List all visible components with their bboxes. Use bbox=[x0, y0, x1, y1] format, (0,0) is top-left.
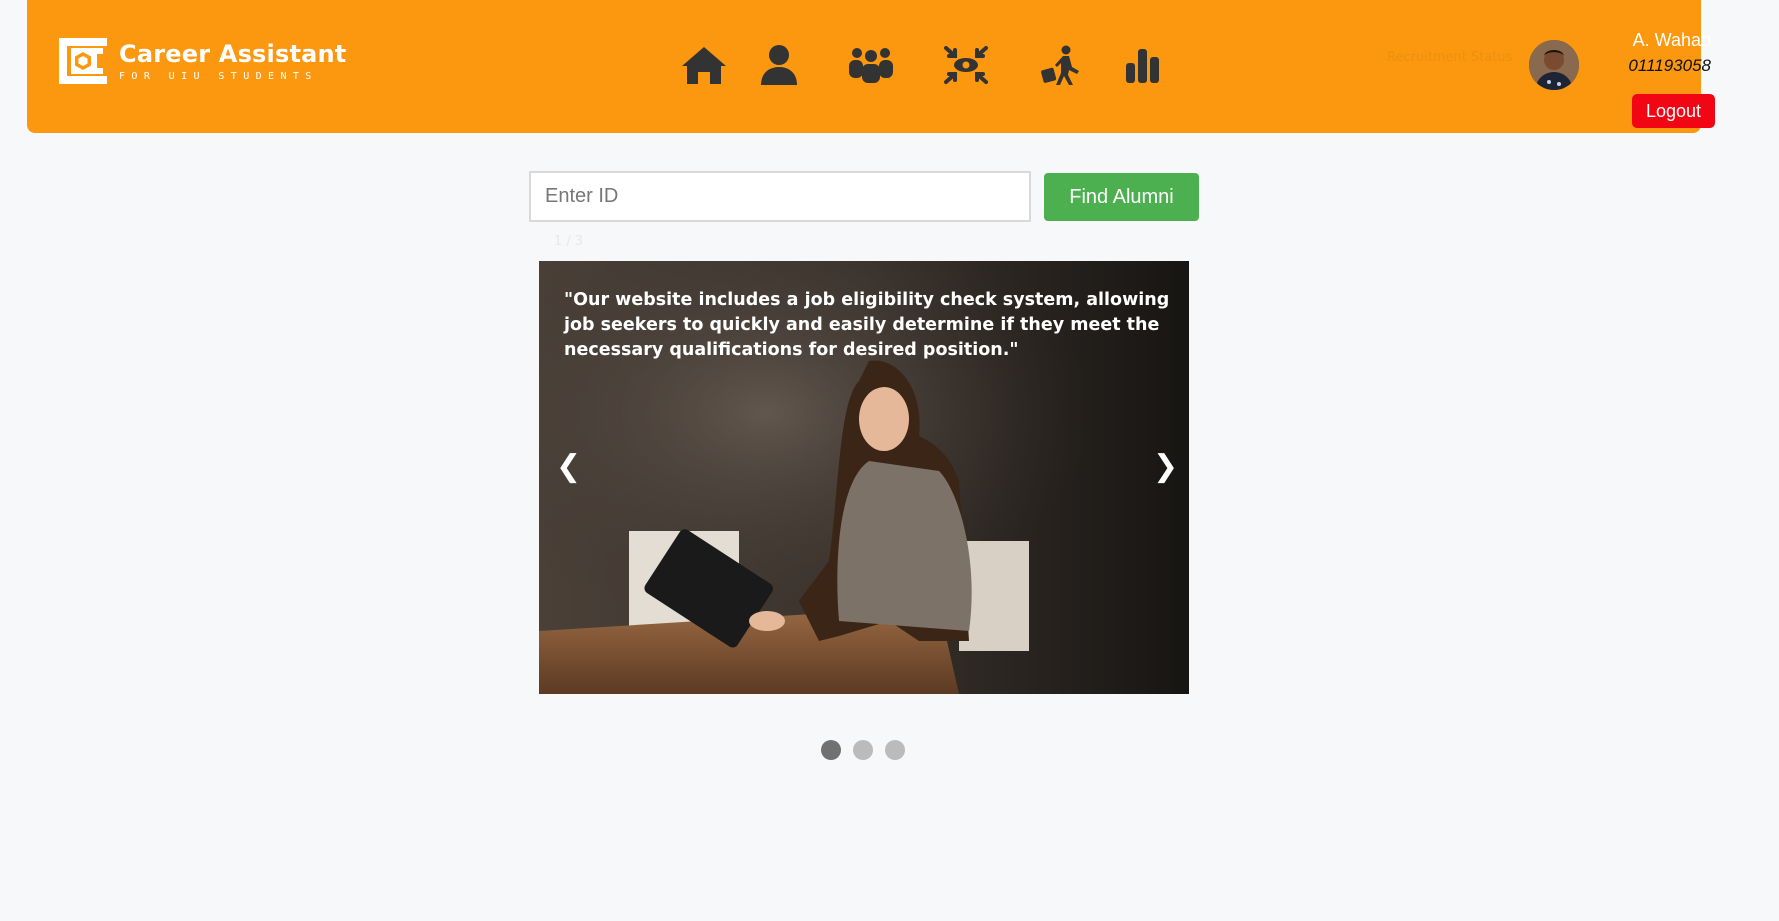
main-nav bbox=[677, 40, 1161, 90]
nav-jobs[interactable] bbox=[1039, 40, 1081, 90]
top-header: Career Assistant FOR UIU STUDENTS Recrui… bbox=[27, 0, 1715, 133]
user-name: A. Wahab bbox=[1632, 30, 1711, 50]
faint-header-label: Recruitment Status bbox=[1387, 50, 1513, 65]
brand-subtitle: FOR UIU STUDENTS bbox=[119, 70, 318, 82]
nav-statistics[interactable] bbox=[1125, 40, 1161, 90]
focus-icon bbox=[944, 46, 988, 84]
alumni-icon bbox=[849, 48, 893, 83]
home-icon bbox=[682, 47, 726, 84]
career-assistant-logo-icon bbox=[59, 38, 107, 84]
user-id: 011193058 bbox=[1628, 56, 1711, 75]
brand-logo[interactable]: Career Assistant FOR UIU STUDENTS bbox=[59, 38, 346, 84]
nav-profile[interactable] bbox=[761, 40, 797, 90]
slide-counter: 1 / 3 bbox=[554, 234, 584, 249]
testimonial-slideshow: "Our website includes a job eligibility … bbox=[539, 261, 1189, 694]
slide-dot-1[interactable] bbox=[821, 740, 841, 760]
find-alumni-button[interactable]: Find Alumni bbox=[1044, 173, 1199, 221]
slide-dots bbox=[821, 740, 917, 760]
job-seeker-icon bbox=[1041, 45, 1079, 85]
avatar[interactable] bbox=[1529, 40, 1579, 90]
slide-dot-2[interactable] bbox=[853, 740, 873, 760]
brand-title: Career Assistant bbox=[119, 39, 347, 68]
slide-caption: "Our website includes a job eligibility … bbox=[564, 290, 1170, 360]
slide-dot-3[interactable] bbox=[885, 740, 905, 760]
profile-icon bbox=[761, 45, 797, 85]
nav-eligibility[interactable] bbox=[943, 40, 989, 90]
previous-slide-button[interactable]: ❮ bbox=[556, 449, 581, 484]
next-slide-button[interactable]: ❯ bbox=[1153, 449, 1178, 484]
nav-alumni[interactable] bbox=[847, 40, 895, 90]
alumni-id-input[interactable] bbox=[529, 171, 1031, 222]
user-photo-icon bbox=[1529, 40, 1579, 90]
nav-home[interactable] bbox=[677, 40, 731, 90]
stats-icon bbox=[1126, 49, 1159, 83]
logout-button[interactable]: Logout bbox=[1632, 94, 1715, 128]
